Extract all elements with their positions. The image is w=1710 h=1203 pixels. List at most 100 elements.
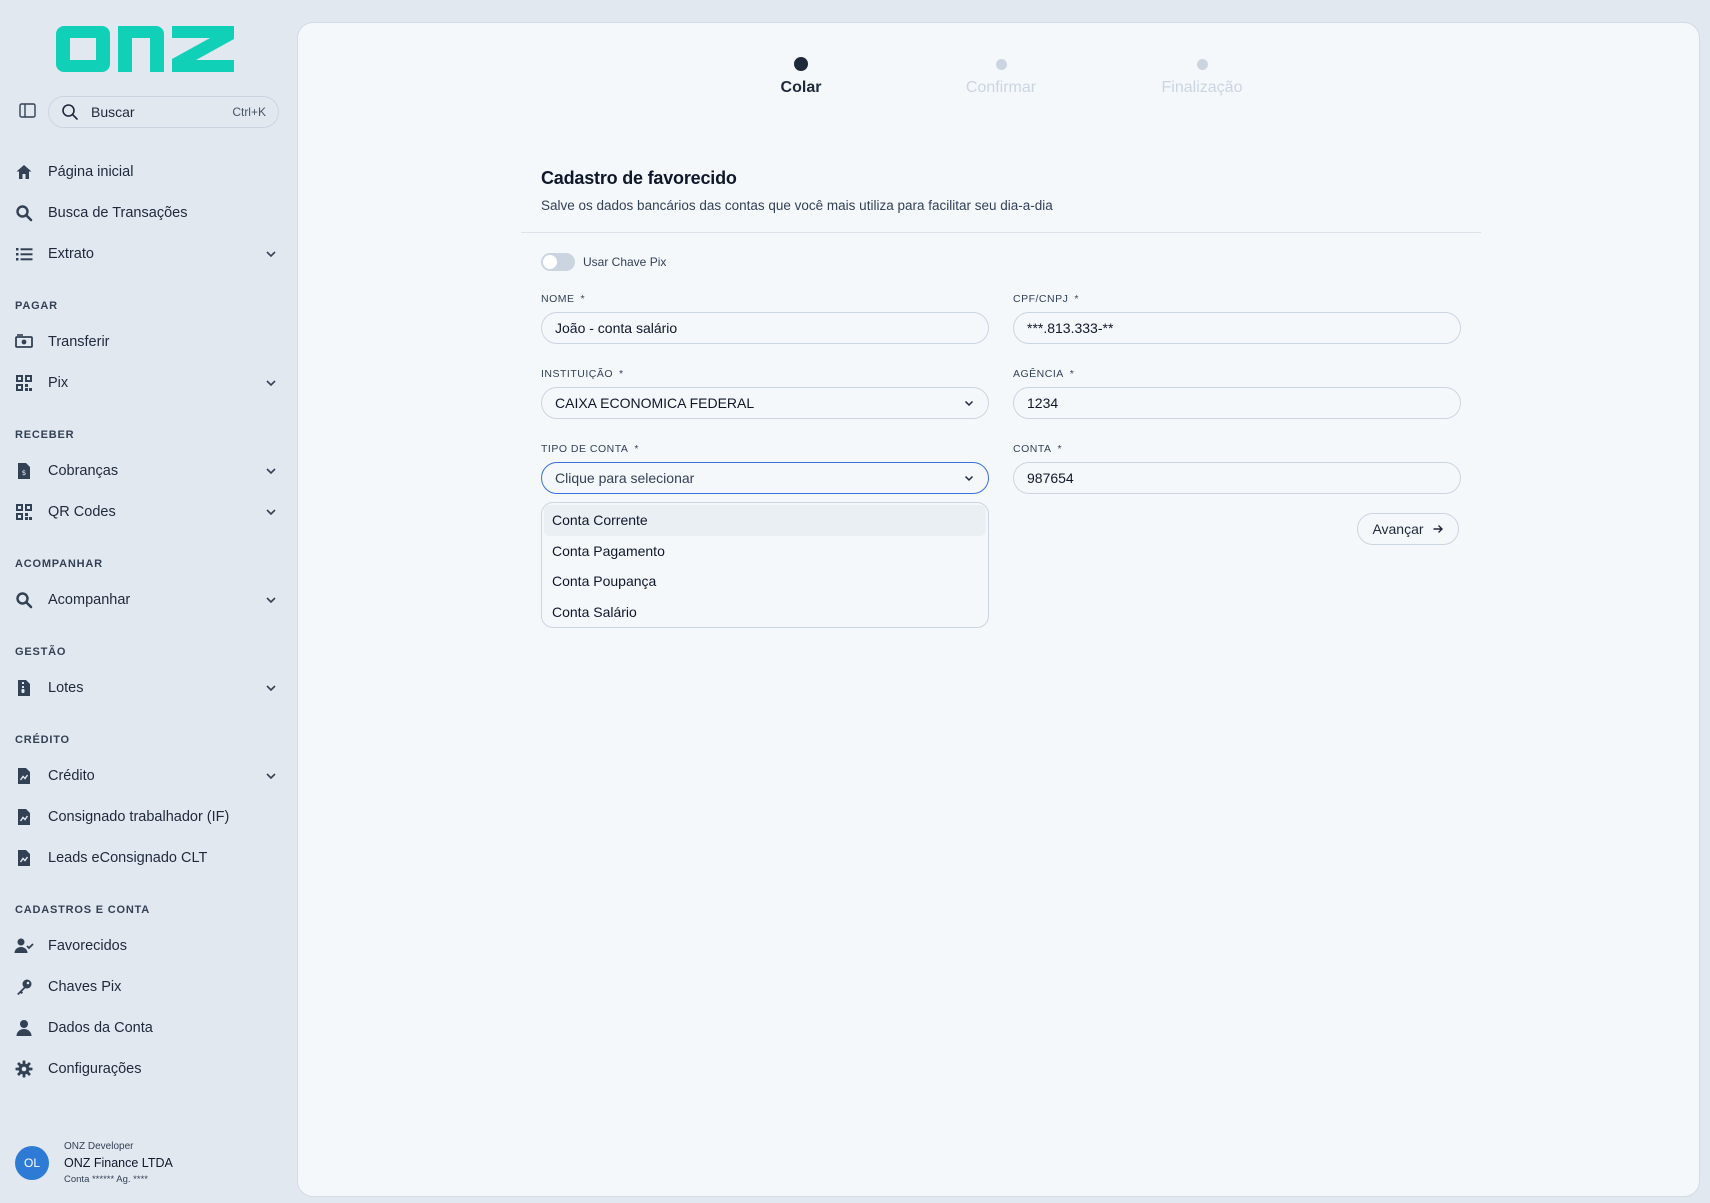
- sidebar-item-busca-transacoes[interactable]: Busca de Transações: [14, 196, 284, 230]
- sidebar-item-pix[interactable]: Pix: [14, 366, 284, 400]
- user-icon: [14, 1018, 34, 1038]
- option-conta-pagamento[interactable]: Conta Pagamento: [544, 536, 986, 567]
- chevron-down-icon: [266, 773, 276, 780]
- user-account-switcher[interactable]: OL ONZ Developer ONZ Finance LTDA Conta …: [15, 1137, 285, 1189]
- sidebar-item-label: Busca de Transações: [48, 205, 188, 221]
- field-nome: NOME * João - conta salário: [541, 293, 989, 344]
- advance-label: Avançar: [1372, 521, 1424, 537]
- conta-input[interactable]: 987654: [1013, 462, 1461, 494]
- list-icon: [14, 244, 34, 264]
- field-label: INSTITUIÇÃO *: [541, 368, 989, 382]
- avatar: OL: [15, 1146, 49, 1180]
- sidebar-item-label: Configurações: [48, 1061, 142, 1077]
- section-title-receber: RECEBER: [15, 429, 75, 441]
- field-label: TIPO DE CONTA *: [541, 443, 989, 457]
- user-check-icon: [14, 936, 34, 956]
- sidebar-item-qr-codes[interactable]: QR Codes: [14, 495, 284, 529]
- sidebar-item-leads-econsignado[interactable]: Leads eConsignado CLT: [14, 841, 284, 875]
- advance-button[interactable]: Avançar: [1357, 513, 1459, 545]
- pix-toggle-label: Usar Chave Pix: [583, 255, 667, 269]
- search-shortcut: Ctrl+K: [232, 105, 266, 119]
- field-label: CPF/CNPJ *: [1013, 293, 1461, 307]
- form-header: Cadastro de favorecido Salve os dados ba…: [541, 168, 1053, 213]
- search-icon: [62, 104, 78, 120]
- field-label-text: TIPO DE CONTA: [541, 443, 629, 455]
- sidebar-item-label: Consignado trabalhador (IF): [48, 809, 230, 825]
- sidebar-toggle-icon[interactable]: [18, 102, 38, 120]
- file-chart-icon: [14, 848, 34, 868]
- option-conta-poupanca[interactable]: Conta Poupança: [544, 566, 986, 597]
- field-label-text: CPF/CNPJ: [1013, 293, 1069, 305]
- toggle-knob: [543, 255, 557, 269]
- field-instituicao: INSTITUIÇÃO * CAIXA ECONOMICA FEDERAL: [541, 368, 989, 419]
- sidebar-item-lotes[interactable]: Lotes: [14, 671, 284, 705]
- sidebar-item-label: Página inicial: [48, 164, 134, 180]
- file-chart-icon: [14, 807, 34, 827]
- option-conta-corrente[interactable]: Conta Corrente: [544, 505, 986, 536]
- select-placeholder: Clique para selecionar: [555, 470, 695, 486]
- nome-input[interactable]: João - conta salário: [541, 312, 989, 344]
- sidebar-item-configuracoes[interactable]: Configurações: [14, 1052, 284, 1086]
- svg-text:$: $: [22, 469, 26, 477]
- step-dot-active: [794, 57, 808, 71]
- search-input[interactable]: Buscar Ctrl+K: [48, 96, 279, 128]
- divider: [521, 232, 1481, 233]
- sidebar-item-chaves-pix[interactable]: Chaves Pix: [14, 970, 284, 1004]
- money-icon: [14, 332, 34, 352]
- chevron-down-icon: [964, 400, 974, 407]
- user-role: ONZ Developer: [64, 1141, 134, 1152]
- required-mark: *: [580, 293, 586, 305]
- sidebar: Buscar Ctrl+K Página inicial Busca de Tr…: [0, 0, 297, 1203]
- required-mark: *: [1074, 293, 1079, 305]
- section-title-cadastros: CADASTROS E CONTA: [15, 904, 151, 916]
- sidebar-item-dados-conta[interactable]: Dados da Conta: [14, 1011, 284, 1045]
- chevron-down-icon: [266, 685, 276, 692]
- sidebar-item-credito[interactable]: Crédito: [14, 759, 284, 793]
- pix-toggle-row: Usar Chave Pix: [541, 253, 666, 271]
- sidebar-item-label: Leads eConsignado CLT: [48, 850, 208, 866]
- input-value: 987654: [1027, 470, 1074, 486]
- sidebar-item-label: Dados da Conta: [48, 1020, 153, 1036]
- main-panel: Colar Confirmar Finalização Cadastro de …: [297, 22, 1700, 1197]
- sidebar-item-favorecidos[interactable]: Favorecidos: [14, 929, 284, 963]
- user-company: ONZ Finance LTDA: [64, 1156, 173, 1170]
- gear-icon: [14, 1059, 34, 1079]
- invoice-icon: $: [14, 461, 34, 481]
- sidebar-item-label: Transferir: [48, 334, 110, 350]
- search-icon: [14, 590, 34, 610]
- step-confirmar: Confirmar: [931, 57, 1071, 97]
- pix-toggle[interactable]: [541, 253, 575, 271]
- field-agencia: AGÊNCIA * 1234: [1013, 368, 1461, 419]
- sidebar-item-extrato[interactable]: Extrato: [14, 237, 284, 271]
- step-label: Colar: [780, 79, 822, 96]
- file-chart-icon: [14, 766, 34, 786]
- sidebar-item-label: Favorecidos: [48, 938, 127, 954]
- chevron-down-icon: [266, 597, 276, 604]
- sidebar-item-label: Pix: [48, 375, 69, 391]
- field-label-text: INSTITUIÇÃO: [541, 368, 614, 380]
- option-conta-salario[interactable]: Conta Salário: [544, 597, 986, 628]
- sidebar-item-label: Chaves Pix: [48, 979, 122, 995]
- agencia-input[interactable]: 1234: [1013, 387, 1461, 419]
- sidebar-item-label: Extrato: [48, 246, 94, 262]
- sidebar-item-label: Acompanhar: [48, 592, 131, 608]
- section-title-pagar: PAGAR: [15, 300, 58, 312]
- sidebar-item-cobrancas[interactable]: $ Cobranças: [14, 454, 284, 488]
- instituicao-select[interactable]: CAIXA ECONOMICA FEDERAL: [541, 387, 989, 419]
- sidebar-item-transferir[interactable]: Transferir: [14, 325, 284, 359]
- chevron-down-icon: [266, 468, 276, 475]
- required-mark: *: [619, 368, 624, 380]
- field-tipo-conta: TIPO DE CONTA * Clique para selecionar: [541, 443, 989, 494]
- qr-icon: [14, 502, 34, 522]
- sidebar-item-consignado[interactable]: Consignado trabalhador (IF): [14, 800, 284, 834]
- sidebar-item-acompanhar[interactable]: Acompanhar: [14, 583, 284, 617]
- key-icon: [14, 977, 34, 997]
- sidebar-item-home[interactable]: Página inicial: [14, 155, 284, 189]
- field-label: CONTA *: [1013, 443, 1461, 457]
- step-colar: Colar: [731, 57, 871, 97]
- search-placeholder: Buscar: [91, 104, 135, 120]
- cpf-input[interactable]: ***.813.333-**: [1013, 312, 1461, 344]
- tipo-conta-select[interactable]: Clique para selecionar: [541, 462, 989, 494]
- onz-logo[interactable]: [56, 22, 236, 76]
- required-mark: *: [1069, 368, 1075, 380]
